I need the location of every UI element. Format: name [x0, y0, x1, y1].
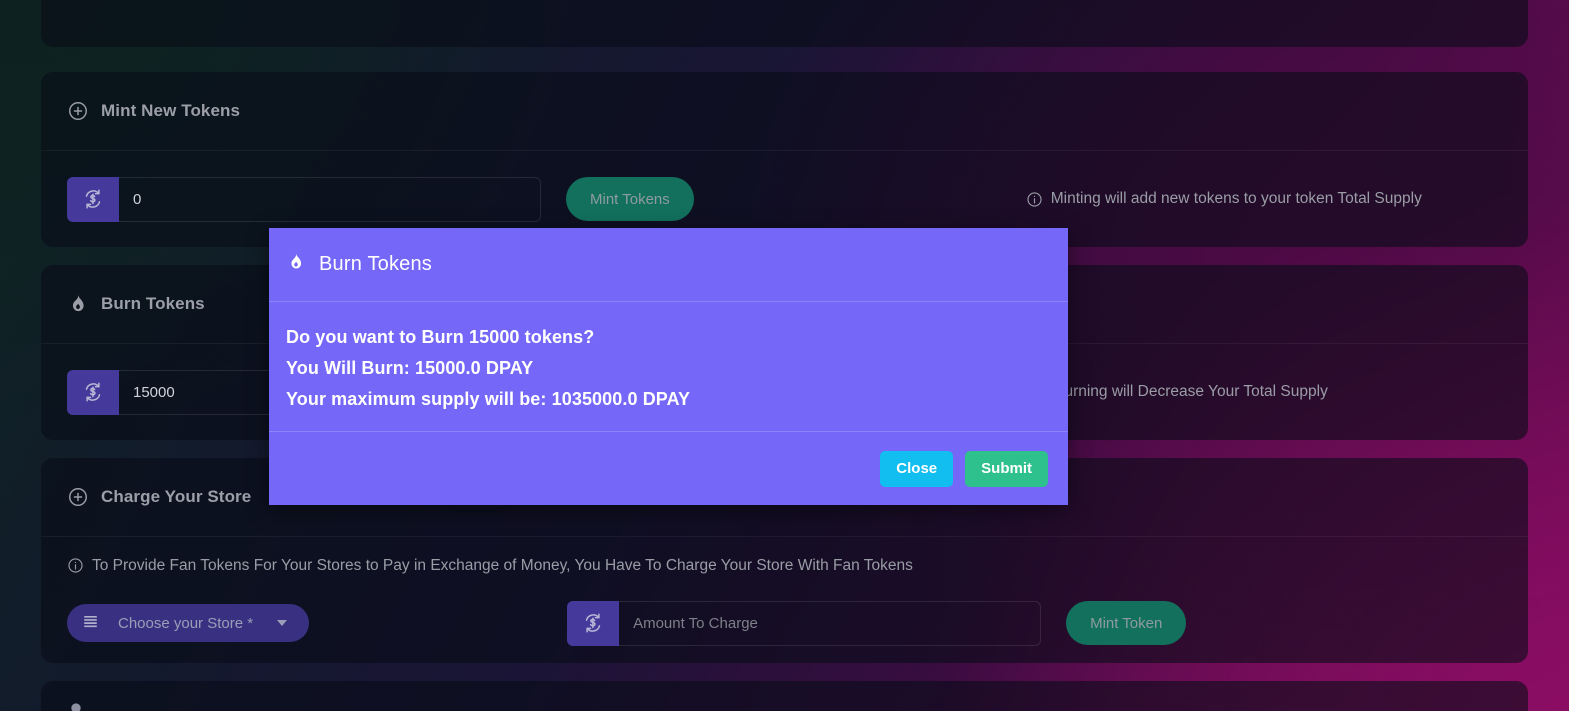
card-above-partial [41, 0, 1528, 47]
modal-header: Burn Tokens [269, 228, 1068, 302]
flame-icon [286, 252, 306, 277]
chevron-down-icon [277, 620, 288, 626]
list-icon [81, 612, 100, 635]
mint-amount-input[interactable] [119, 176, 541, 222]
mint-section-title: Mint New Tokens [101, 101, 241, 120]
charge-section-title: Charge Your Store [101, 487, 252, 506]
plus-circle-icon [67, 100, 89, 122]
card-below-partial [41, 681, 1528, 711]
mint-card-header: Mint New Tokens [41, 72, 1528, 151]
modal-body: Do you want to Burn 15000 tokens? You Wi… [269, 302, 1068, 432]
charge-amount-input-group [567, 600, 1042, 646]
modal-title: Burn Tokens [319, 253, 433, 275]
burn-tokens-modal: Burn Tokens Do you want to Burn 15000 to… [269, 228, 1068, 505]
currency-exchange-icon [567, 600, 620, 646]
charge-amount-input[interactable] [619, 600, 1042, 646]
modal-close-button[interactable]: Close [880, 450, 954, 487]
modal-burn-amount: You Will Burn: 15000.0 DPAY [286, 358, 534, 378]
info-icon [68, 558, 83, 573]
info-icon [1027, 191, 1042, 207]
choose-your-store-label: Choose your Store * [118, 614, 254, 632]
plus-circle-icon [67, 486, 89, 508]
currency-exchange-icon [67, 369, 119, 415]
modal-submit-button[interactable]: Submit [965, 450, 1048, 487]
charge-form-row: Choose your Store * Amount To Charge Min… [67, 600, 1502, 646]
currency-exchange-icon [67, 176, 119, 222]
charge-info-text: To Provide Fan Tokens For Your Stores to… [92, 556, 913, 574]
burn-info-note: Burning will Decrease Your Total Supply [1029, 383, 1328, 401]
burn-info-text: Burning will Decrease Your Total Supply [1054, 383, 1328, 400]
flame-icon [67, 293, 89, 315]
modal-confirm-question: Do you want to Burn 15000 tokens? [286, 327, 595, 347]
mint-info-note: Minting will add new tokens to your toke… [1026, 190, 1422, 208]
mint-amount-input-group [67, 176, 541, 222]
charge-card-body: To Provide Fan Tokens For Your Stores to… [41, 537, 1528, 663]
charge-mint-token-button[interactable]: Mint Token [1066, 601, 1187, 645]
burn-section-title: Burn Tokens [101, 294, 205, 313]
mint-info-text: Minting will add new tokens to your toke… [1050, 190, 1422, 207]
card-mint-new-tokens: Mint New Tokens 0 Mint Tokens Minting wi… [41, 72, 1528, 247]
choose-your-store-select[interactable]: Choose your Store * [67, 604, 310, 642]
mint-form-row: Mint Tokens Minting will add new tokens … [67, 176, 1502, 222]
partial-icon-below [68, 700, 84, 711]
modal-max-supply: Your maximum supply will be: 1035000.0 D… [286, 389, 691, 409]
modal-footer: Close Submit [269, 432, 1068, 505]
mint-tokens-button[interactable]: Mint Tokens [566, 177, 694, 221]
charge-info-note: To Provide Fan Tokens For Your Stores to… [67, 557, 1502, 575]
